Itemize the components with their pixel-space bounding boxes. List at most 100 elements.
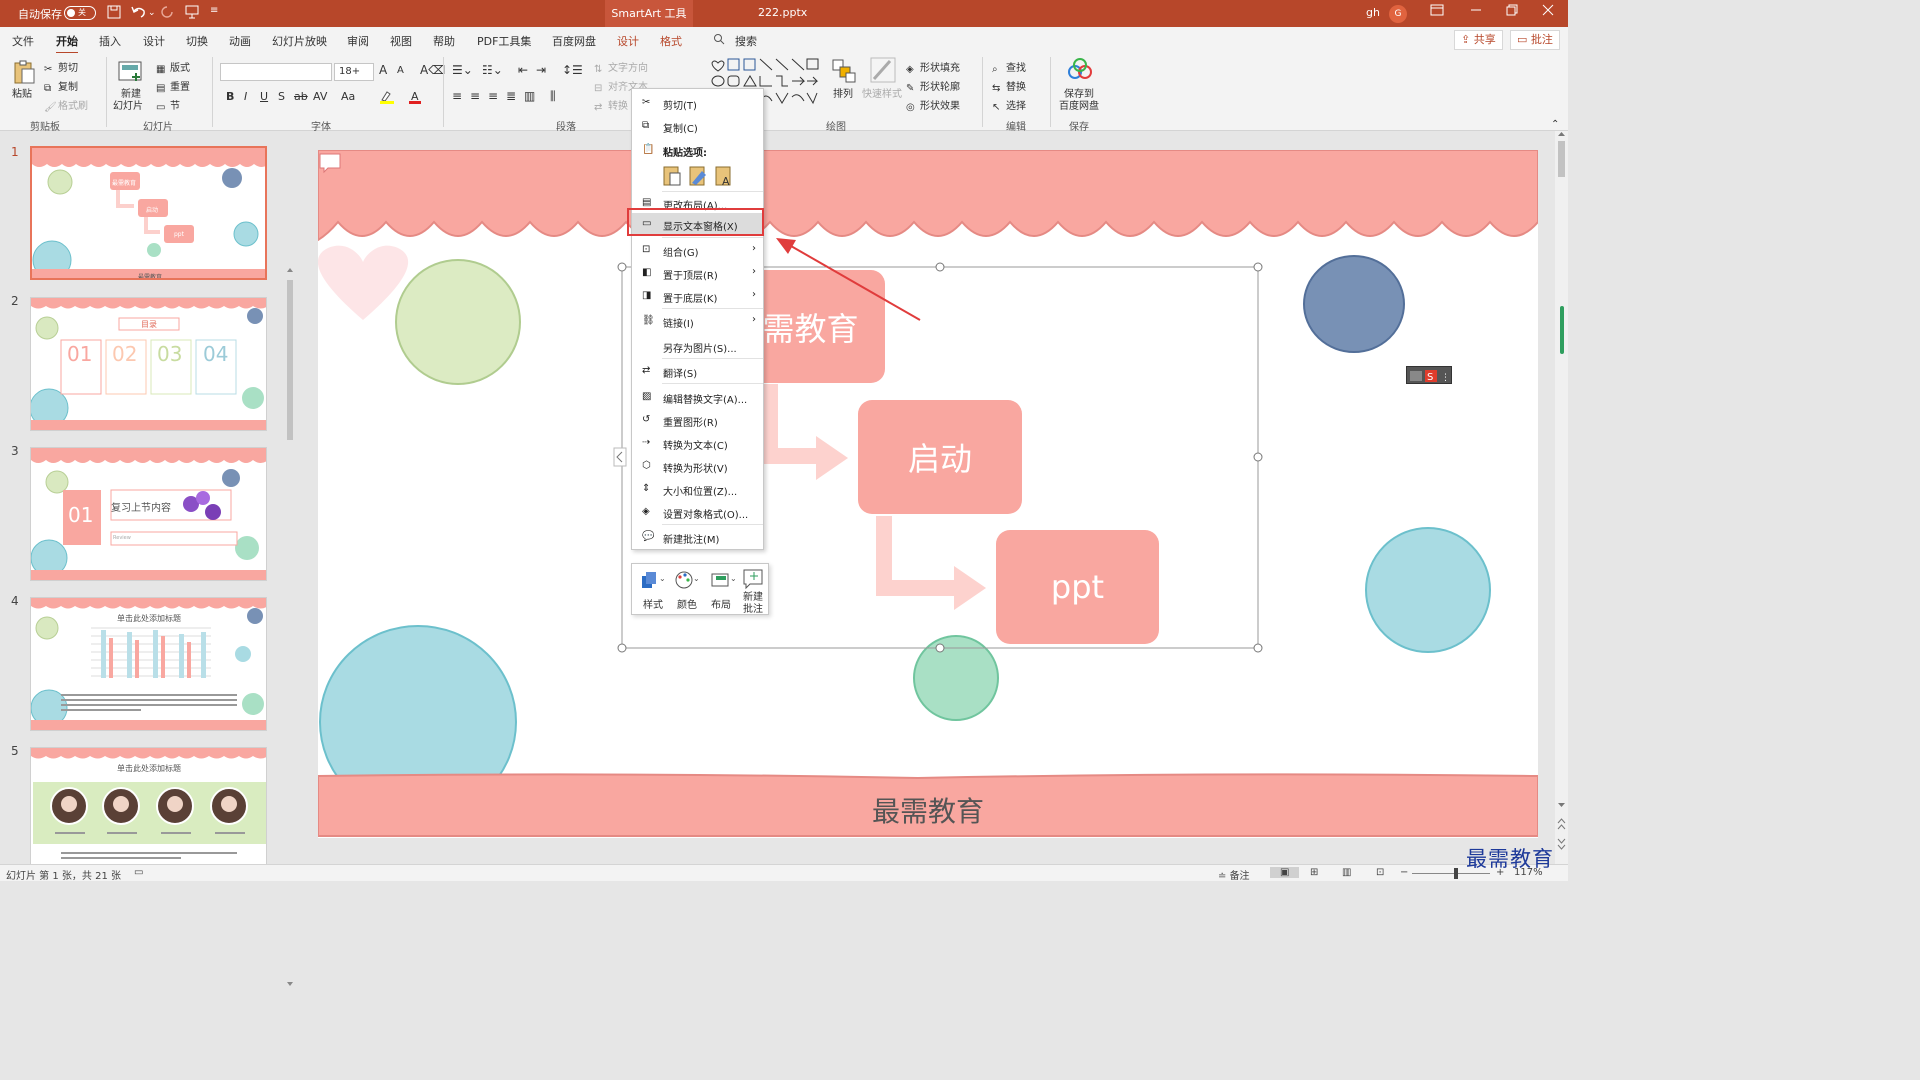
save-icon[interactable] bbox=[107, 5, 121, 23]
customize-qat-icon[interactable]: ≡ bbox=[210, 5, 218, 16]
highlight-color-icon[interactable] bbox=[379, 90, 399, 107]
tab-home[interactable]: 开始 bbox=[56, 33, 78, 54]
editor-vertical-scrollbar[interactable] bbox=[1555, 131, 1568, 864]
shrink-font-button[interactable]: A bbox=[397, 65, 404, 76]
autosave-toggle[interactable]: 关 bbox=[64, 6, 96, 20]
present-icon[interactable] bbox=[185, 5, 199, 23]
zoom-slider[interactable] bbox=[1412, 873, 1490, 874]
notes-button[interactable]: ≐ 备注 bbox=[1218, 867, 1250, 882]
tab-smartart-design[interactable]: 设计 bbox=[617, 33, 639, 49]
tab-review[interactable]: 审阅 bbox=[347, 33, 369, 49]
copy-button[interactable]: ⧉ 复制 bbox=[44, 78, 78, 94]
paste-button[interactable]: 粘贴 bbox=[12, 85, 32, 100]
slide-thumbnail-5[interactable]: 单击此处添加标题 bbox=[30, 747, 267, 865]
find-button[interactable]: ⌕ 查找 bbox=[992, 59, 1026, 75]
smartart-node-3[interactable]: ppt bbox=[996, 530, 1159, 644]
tab-pdf-tools[interactable]: PDF工具集 bbox=[477, 33, 531, 49]
line-spacing-icon[interactable]: ↕☰ bbox=[562, 63, 583, 77]
strikethrough-button[interactable]: ab bbox=[294, 90, 308, 103]
mini-style-button[interactable]: 样式 bbox=[638, 596, 668, 611]
menu-item-translate[interactable]: ⇄ 翻译(S) bbox=[632, 360, 763, 382]
font-size-input[interactable]: 18+ bbox=[334, 63, 374, 81]
avatar[interactable]: G bbox=[1389, 5, 1407, 23]
slide-thumbnail-2[interactable]: 目录 01 02 03 04 bbox=[30, 297, 267, 431]
tab-insert[interactable]: 插入 bbox=[99, 33, 121, 49]
redo-icon[interactable] bbox=[160, 5, 174, 23]
align-right-icon[interactable]: ≡ bbox=[488, 89, 498, 103]
zoom-slider-thumb[interactable] bbox=[1454, 868, 1458, 879]
columns-icon[interactable]: ▥ bbox=[524, 89, 535, 103]
input-method-toolbar[interactable]: S ⋮ bbox=[1406, 366, 1452, 384]
menu-item-convert-to-shapes[interactable]: ⬡ 转换为形状(V) bbox=[632, 455, 763, 477]
shape-outline-button[interactable]: ✎ 形状轮廓 bbox=[906, 78, 960, 94]
font-name-input[interactable] bbox=[220, 63, 332, 81]
tab-design[interactable]: 设计 bbox=[143, 33, 165, 49]
reset-button[interactable]: ▤ 重置 bbox=[156, 78, 190, 94]
tab-transitions[interactable]: 切换 bbox=[186, 33, 208, 49]
menu-item-bring-to-front[interactable]: ◧ 置于顶层(R) › bbox=[632, 262, 763, 284]
indent-increase-icon[interactable]: ⇥ bbox=[536, 63, 546, 77]
comments-button[interactable]: ▭ 批注 bbox=[1510, 30, 1560, 50]
numbering-icon[interactable]: ☷⌄ bbox=[482, 63, 503, 77]
quick-styles-button[interactable]: 快速样式 bbox=[862, 85, 902, 100]
menu-item-send-to-back[interactable]: ◨ 置于底层(K) › bbox=[632, 285, 763, 307]
distribute-icon[interactable]: ⫼ bbox=[550, 89, 556, 104]
baidu-cloud-icon[interactable] bbox=[1067, 58, 1092, 82]
bold-button[interactable]: B bbox=[226, 90, 234, 103]
mini-color-button[interactable]: 颜色 bbox=[672, 596, 702, 611]
section-button[interactable]: ▭ 节 bbox=[156, 97, 180, 113]
new-slide-label-2[interactable]: 幻灯片 bbox=[113, 97, 143, 112]
shape-effects-button[interactable]: ◎ 形状效果 bbox=[906, 97, 960, 113]
collapse-ribbon-icon[interactable]: ⌃ bbox=[1551, 119, 1559, 130]
arrange-button[interactable]: 排列 bbox=[833, 85, 853, 100]
restore-icon[interactable] bbox=[1506, 4, 1518, 20]
slide-sorter-icon[interactable]: ⊞ bbox=[1310, 867, 1318, 878]
slide-thumbnail-1[interactable]: 最需教育 启动 ppt 最需教育 bbox=[30, 146, 267, 280]
menu-item-size-position[interactable]: ⇕ 大小和位置(Z)... bbox=[632, 478, 763, 500]
underline-button[interactable]: U bbox=[260, 90, 268, 103]
share-button[interactable]: ⇪ 共享 bbox=[1454, 30, 1503, 50]
user-name[interactable]: gh bbox=[1366, 6, 1380, 19]
slide-footer-text[interactable]: 最需教育 bbox=[318, 790, 1538, 830]
justify-icon[interactable]: ≣ bbox=[506, 89, 516, 103]
ribbon-display-icon[interactable] bbox=[1430, 4, 1444, 20]
italic-button[interactable]: I bbox=[244, 90, 247, 103]
tab-file[interactable]: 文件 bbox=[12, 33, 34, 49]
change-case-button[interactable]: Aa bbox=[341, 90, 355, 103]
reading-view-icon[interactable]: ▥ bbox=[1342, 867, 1351, 878]
bullets-icon[interactable]: ☰⌄ bbox=[452, 63, 473, 77]
menu-item-format-object[interactable]: ◈ 设置对象格式(O)... bbox=[632, 501, 763, 523]
normal-view-icon[interactable]: ▣ bbox=[1270, 867, 1300, 878]
tab-help[interactable]: 帮助 bbox=[433, 33, 455, 49]
spellcheck-icon[interactable]: ▭ bbox=[134, 867, 143, 878]
menu-item-convert-to-text[interactable]: ⇢ 转换为文本(C) bbox=[632, 432, 763, 454]
menu-item-group[interactable]: ⊡ 组合(G) › bbox=[632, 239, 763, 261]
slide-thumbnail-4[interactable]: 单击此处添加标题 bbox=[30, 597, 267, 731]
grow-font-button[interactable]: A bbox=[379, 63, 387, 77]
search-icon[interactable] bbox=[713, 33, 725, 48]
align-center-icon[interactable]: ≡ bbox=[470, 89, 480, 103]
tab-smartart-format[interactable]: 格式 bbox=[660, 33, 682, 49]
undo-dropdown-icon[interactable]: ⌄ bbox=[148, 8, 156, 18]
close-icon[interactable] bbox=[1542, 4, 1554, 20]
convert-smartart-button[interactable]: ⇄ 转换 bbox=[594, 97, 628, 113]
tab-animations[interactable]: 动画 bbox=[229, 33, 251, 49]
cut-button[interactable]: ✂ 剪切 bbox=[44, 59, 78, 75]
select-button[interactable]: ↖ 选择 bbox=[992, 97, 1026, 113]
menu-item-reset-graphic[interactable]: ↺ 重置图形(R) bbox=[632, 409, 763, 431]
tab-view[interactable]: 视图 bbox=[390, 33, 412, 49]
menu-item-link[interactable]: ⛓ 链接(I) › bbox=[632, 310, 763, 332]
tab-baidu-netdisk[interactable]: 百度网盘 bbox=[552, 33, 596, 49]
slide-thumbnail-3[interactable]: 01 复习上节内容 Review bbox=[30, 447, 267, 581]
zoom-out-icon[interactable]: − bbox=[1400, 867, 1408, 878]
menu-item-save-as-picture[interactable]: 另存为图片(S)... bbox=[632, 335, 763, 357]
char-spacing-button[interactable]: AV bbox=[313, 90, 327, 103]
new-slide-icon[interactable] bbox=[118, 59, 142, 83]
text-direction-button[interactable]: ⇅ 文字方向 bbox=[594, 59, 648, 75]
menu-item-cut[interactable]: ✂ 剪切(T) bbox=[632, 92, 763, 114]
replace-button[interactable]: ⇆ 替换 bbox=[992, 78, 1026, 94]
font-color-icon[interactable]: A bbox=[408, 90, 422, 107]
layout-button[interactable]: ▦ 版式 bbox=[156, 59, 190, 75]
tab-slideshow[interactable]: 幻灯片放映 bbox=[272, 33, 327, 49]
menu-item-copy[interactable]: ⧉ 复制(C) bbox=[632, 115, 763, 137]
